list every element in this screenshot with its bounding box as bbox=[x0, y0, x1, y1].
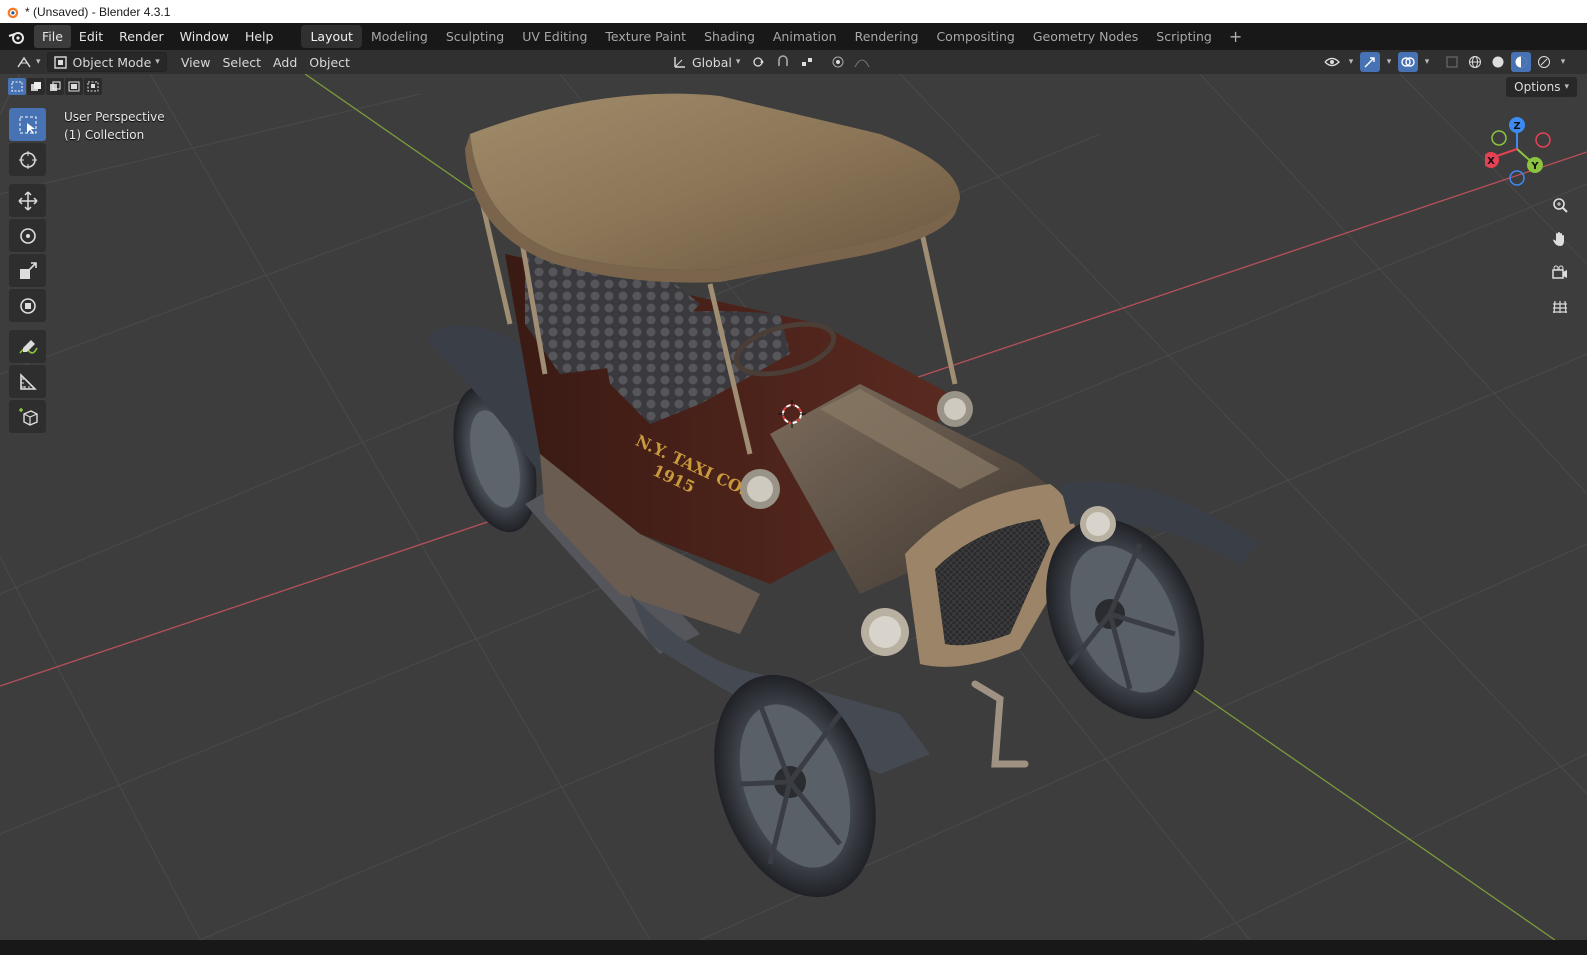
tool-shelf bbox=[9, 108, 46, 435]
options-label: Options bbox=[1514, 80, 1561, 94]
transform-controls: Global ▾ bbox=[667, 52, 872, 72]
move-icon[interactable] bbox=[9, 184, 46, 217]
object-mode-label: Object Mode bbox=[72, 54, 152, 70]
z-axis-label: Z bbox=[1513, 121, 1520, 132]
overlays-toggle-icon[interactable] bbox=[1398, 52, 1418, 72]
tab-geometry-nodes[interactable]: Geometry Nodes bbox=[1024, 25, 1147, 48]
tab-scripting[interactable]: Scripting bbox=[1147, 25, 1221, 48]
falloff-icon[interactable] bbox=[852, 52, 872, 72]
select-invert-icon[interactable] bbox=[65, 78, 83, 95]
collection-label: (1) Collection bbox=[64, 128, 145, 142]
menu-help[interactable]: Help bbox=[237, 25, 282, 48]
tab-texture-paint[interactable]: Texture Paint bbox=[596, 25, 695, 48]
object-mode-icon bbox=[53, 55, 67, 69]
ortho-grid-icon[interactable] bbox=[1546, 293, 1574, 321]
neg-y-handle[interactable] bbox=[1491, 130, 1507, 146]
select-intersect-icon[interactable] bbox=[84, 78, 102, 95]
viewport-header: ▾ Object Mode ▾ View Select Add Object Gl… bbox=[0, 50, 1587, 74]
measure-icon[interactable] bbox=[9, 365, 46, 398]
tab-uv-editing[interactable]: UV Editing bbox=[513, 25, 596, 48]
add-cube-icon[interactable] bbox=[9, 400, 46, 433]
tab-animation[interactable]: Animation bbox=[764, 25, 846, 48]
transform-icon[interactable] bbox=[9, 289, 46, 322]
hand-pan-icon[interactable] bbox=[1546, 225, 1574, 253]
editor-type-icon[interactable]: ▾ bbox=[10, 52, 47, 72]
tab-rendering[interactable]: Rendering bbox=[846, 25, 928, 48]
tab-sculpting[interactable]: Sculpting bbox=[437, 25, 513, 48]
visibility-icon[interactable] bbox=[1322, 52, 1342, 72]
menu-object[interactable]: Object bbox=[303, 52, 356, 72]
viewport-display-controls: ▾ ▾ ▾ ▾ bbox=[1322, 52, 1569, 72]
tab-modeling[interactable]: Modeling bbox=[362, 25, 437, 48]
snap-target-icon[interactable] bbox=[798, 52, 818, 72]
gizmo-toggle-icon[interactable] bbox=[1360, 52, 1380, 72]
xray-toggle-icon[interactable] bbox=[1442, 52, 1462, 72]
proportional-edit-icon[interactable] bbox=[828, 52, 848, 72]
neg-z-handle[interactable] bbox=[1509, 170, 1525, 186]
add-workspace-icon[interactable]: + bbox=[1221, 25, 1250, 48]
gizmo-dropdown-icon[interactable]: ▾ bbox=[1383, 52, 1395, 72]
scale-icon[interactable] bbox=[9, 254, 46, 287]
select-mode-buttons bbox=[8, 78, 102, 95]
orientation-dropdown[interactable]: Global ▾ bbox=[667, 52, 746, 72]
tab-layout[interactable]: Layout bbox=[301, 25, 362, 48]
neg-x-handle[interactable] bbox=[1535, 132, 1551, 148]
orientation-icon bbox=[674, 57, 685, 68]
orientation-label: Global bbox=[692, 54, 732, 70]
status-bar bbox=[0, 940, 1587, 955]
menu-file[interactable]: File bbox=[34, 25, 71, 48]
material-shading-icon[interactable] bbox=[1511, 52, 1531, 72]
y-axis-label: Y bbox=[1530, 161, 1539, 172]
wireframe-shading-icon[interactable] bbox=[1465, 52, 1485, 72]
select-new-icon[interactable] bbox=[8, 78, 26, 95]
overlays-dropdown-icon[interactable]: ▾ bbox=[1421, 52, 1433, 72]
menu-render[interactable]: Render bbox=[111, 25, 172, 48]
object-mode-dropdown[interactable]: Object Mode ▾ bbox=[46, 52, 167, 72]
menu-add[interactable]: Add bbox=[267, 52, 303, 72]
visibility-dropdown-icon[interactable]: ▾ bbox=[1345, 52, 1357, 72]
annotate-icon[interactable] bbox=[9, 330, 46, 363]
viewport-info: User Perspective (1) Collection bbox=[64, 108, 165, 144]
options-dropdown[interactable]: Options ▾ bbox=[1506, 77, 1577, 97]
camera-view-icon[interactable] bbox=[1546, 259, 1574, 287]
rotate-icon[interactable] bbox=[9, 219, 46, 252]
navigation-gizmo[interactable]: Z Y X bbox=[1485, 112, 1565, 187]
zoom-icon[interactable] bbox=[1546, 191, 1574, 219]
x-axis-label: X bbox=[1487, 156, 1495, 167]
select-extend-icon[interactable] bbox=[27, 78, 45, 95]
tab-shading[interactable]: Shading bbox=[695, 25, 764, 48]
window-title: * (Unsaved) - Blender 4.3.1 bbox=[25, 4, 171, 19]
cursor-icon[interactable] bbox=[9, 143, 46, 176]
select-box-icon[interactable] bbox=[9, 108, 46, 141]
menu-view[interactable]: View bbox=[175, 52, 217, 72]
blender-logo-icon bbox=[7, 7, 19, 18]
blender-menu-icon[interactable] bbox=[0, 23, 34, 50]
menu-window[interactable]: Window bbox=[172, 25, 237, 48]
pivot-icon[interactable] bbox=[750, 52, 770, 72]
viewport-scene: N.Y. TAXI CO. 1915 bbox=[0, 74, 1587, 940]
menu-select[interactable]: Select bbox=[216, 52, 267, 72]
perspective-label: User Perspective bbox=[64, 110, 165, 124]
solid-shading-icon[interactable] bbox=[1488, 52, 1508, 72]
window-titlebar: * (Unsaved) - Blender 4.3.1 bbox=[0, 0, 1587, 23]
snap-icon[interactable] bbox=[774, 52, 794, 72]
shading-dropdown-icon[interactable]: ▾ bbox=[1557, 52, 1569, 72]
rendered-shading-icon[interactable] bbox=[1534, 52, 1554, 72]
3d-viewport[interactable]: N.Y. TAXI CO. 1915 Options ▾ User Perspec… bbox=[0, 74, 1587, 940]
menu-edit[interactable]: Edit bbox=[71, 25, 111, 48]
tab-compositing[interactable]: Compositing bbox=[927, 25, 1023, 48]
select-subtract-icon[interactable] bbox=[46, 78, 64, 95]
top-menu-bar: File Edit Render Window Help Layout Mode… bbox=[0, 23, 1587, 50]
navigation-tools bbox=[1546, 191, 1574, 321]
